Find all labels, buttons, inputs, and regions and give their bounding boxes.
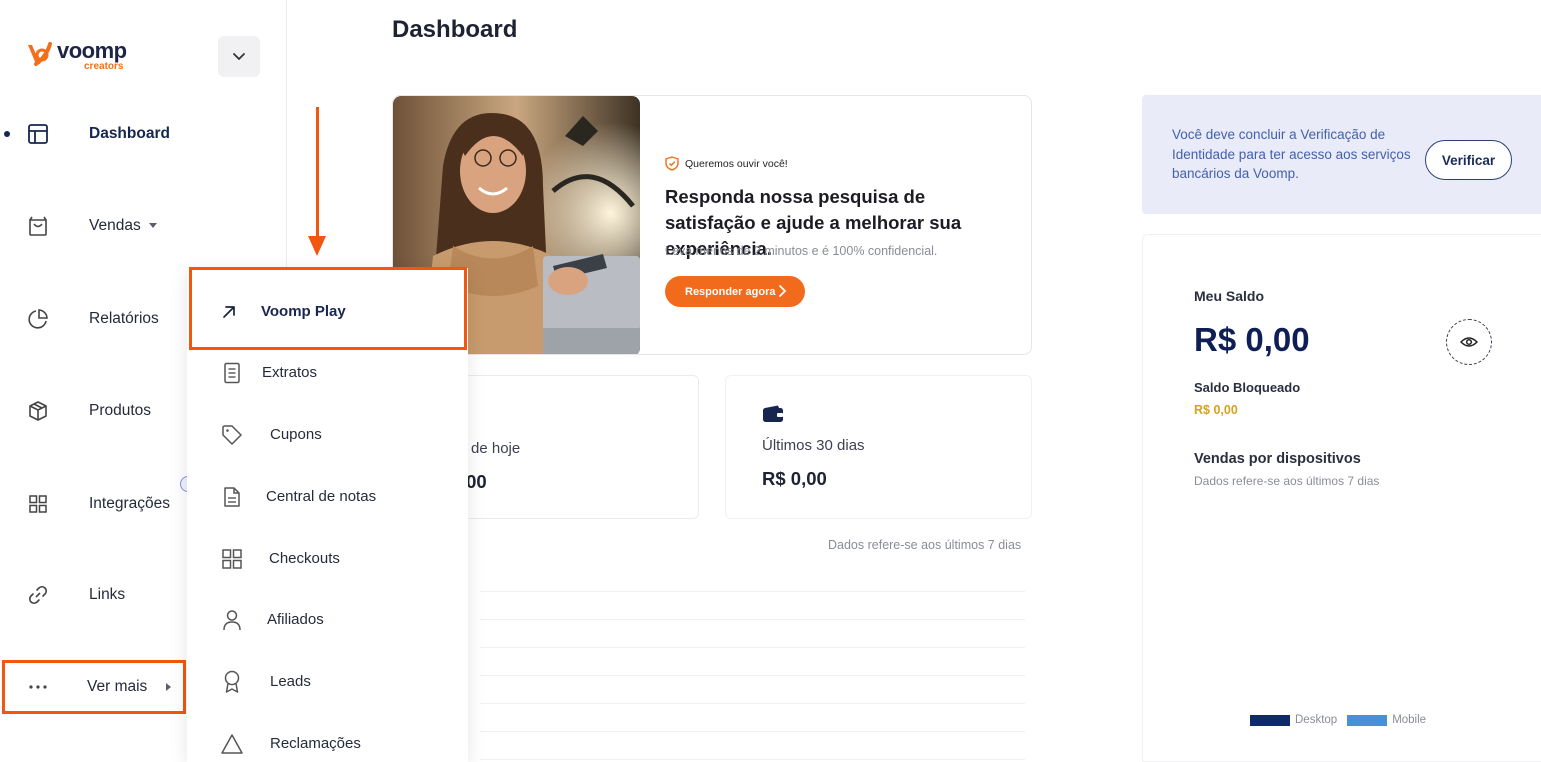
menu-item-extratos[interactable]: Extratos xyxy=(187,353,468,393)
menu-item-label: Central de notas xyxy=(266,488,377,505)
eye-icon xyxy=(1460,337,1478,347)
chevron-right-icon xyxy=(779,285,787,297)
user-icon xyxy=(220,608,244,632)
verify-button[interactable]: Verificar xyxy=(1425,140,1512,180)
sidebar-item-label: Relatórios xyxy=(89,310,159,327)
stat-value: R$ 0,00 xyxy=(762,468,827,489)
menu-item-reclamacoes[interactable]: Reclamações xyxy=(187,724,468,762)
legend-item-desktop: Desktop xyxy=(1250,714,1337,726)
pie-chart-icon xyxy=(26,307,50,331)
voomp-logo-icon xyxy=(28,42,52,66)
wallet-icon xyxy=(763,405,783,422)
menu-item-label: Checkouts xyxy=(269,550,340,567)
sidebar-item-label: Vendas xyxy=(89,217,157,235)
balance-label: Meu Saldo xyxy=(1194,288,1265,304)
active-indicator xyxy=(4,131,10,137)
blocked-balance-label: Saldo Bloqueado xyxy=(1194,380,1301,395)
layout-icon xyxy=(26,122,50,146)
menu-item-leads[interactable]: Leads xyxy=(187,662,468,702)
menu-item-checkouts[interactable]: Checkouts xyxy=(187,539,468,579)
blocked-balance-value: R$ 0,00 xyxy=(1194,403,1238,417)
collapse-sidebar-button[interactable] xyxy=(218,36,260,77)
sidebar-item-label: Produtos xyxy=(89,402,152,419)
devices-title: Vendas por dispositivos xyxy=(1194,451,1361,467)
respond-now-button[interactable]: Responder agora xyxy=(665,276,805,307)
stat-card-30-days: Últimos 30 dias R$ 0,00 xyxy=(725,375,1032,519)
file-text-icon xyxy=(220,485,244,509)
menu-item-label: Reclamações xyxy=(270,735,361,752)
toggle-balance-visibility-button[interactable] xyxy=(1446,319,1492,365)
tag-icon xyxy=(220,423,244,447)
legend-label: Desktop xyxy=(1295,714,1338,726)
alert-triangle-icon xyxy=(220,732,244,756)
annotation-arrow-head xyxy=(308,236,326,256)
caret-down-icon xyxy=(148,223,157,229)
balance-value: R$ 0,00 xyxy=(1194,321,1310,358)
legend-item-mobile: Mobile xyxy=(1347,714,1426,726)
shield-check-icon xyxy=(665,156,679,171)
chevron-down-icon xyxy=(233,52,245,60)
respond-now-label: Responder agora xyxy=(685,285,776,298)
chart-gridline xyxy=(480,759,1025,760)
link-icon xyxy=(26,583,50,607)
devices-subtitle: Dados refere-se aos últimos 7 dias xyxy=(1194,474,1380,488)
chart-gridline xyxy=(480,703,1025,704)
shopping-bag-icon xyxy=(26,214,50,238)
menu-item-central-de-notas[interactable]: Central de notas xyxy=(187,477,468,517)
sidebar-item-vendas[interactable]: Vendas xyxy=(0,206,287,246)
menu-item-label: Extratos xyxy=(262,364,318,381)
banner-tag-text: Queremos ouvir você! xyxy=(685,157,788,170)
banner-tag: Queremos ouvir você! xyxy=(665,156,788,171)
menu-item-label: Leads xyxy=(270,673,311,690)
legend-label: Mobile xyxy=(1392,714,1427,726)
devices-legend: Desktop Mobile xyxy=(1250,714,1436,726)
sidebar-item-label: Dashboard xyxy=(89,125,170,142)
box-icon xyxy=(26,399,50,423)
menu-item-label: Cupons xyxy=(270,426,322,443)
voomp-logo[interactable]: voomp creators xyxy=(26,38,156,74)
menu-item-label: Afiliados xyxy=(267,611,324,628)
chart-gridline xyxy=(480,675,1025,676)
menu-item-afiliados[interactable]: Afiliados xyxy=(187,600,468,640)
legend-swatch xyxy=(1250,714,1290,726)
stat-label: Últimos 30 dias xyxy=(762,437,865,454)
highlight-box xyxy=(189,267,467,350)
data-note: Dados refere-se aos últimos 7 dias xyxy=(828,538,1022,552)
chart-gridline xyxy=(480,731,1025,732)
file-list-icon xyxy=(220,361,244,385)
menu-item-cupons[interactable]: Cupons xyxy=(187,415,468,455)
page-title: Dashboard xyxy=(392,16,518,43)
chart-gridline xyxy=(480,619,1025,620)
logo-subtitle: creators xyxy=(84,61,124,72)
survey-banner: Queremos ouvir você! Responda nossa pesq… xyxy=(392,95,1032,355)
sidebar-item-label: Integrações xyxy=(89,495,170,512)
chart-gridline xyxy=(480,647,1025,648)
chart-gridline xyxy=(480,591,1025,592)
grid-icon xyxy=(220,547,244,571)
grid-icon xyxy=(26,492,50,516)
identity-verification-banner: Você deve concluir a Verificação de Iden… xyxy=(1142,95,1541,214)
highlight-box xyxy=(2,660,186,714)
award-icon xyxy=(220,670,244,694)
legend-swatch xyxy=(1347,714,1388,726)
banner-subtitle: Leva menos de 2 minutos e é 100% confide… xyxy=(665,244,938,258)
annotation-arrow xyxy=(316,107,319,239)
balance-card: Meu Saldo R$ 0,00 Saldo Bloqueado R$ 0,0… xyxy=(1142,234,1541,762)
sidebar-item-label: Links xyxy=(89,586,126,603)
verification-text: Você deve concluir a Verificação de Iden… xyxy=(1172,127,1411,181)
sidebar-item-dashboard[interactable]: Dashboard xyxy=(0,114,287,154)
